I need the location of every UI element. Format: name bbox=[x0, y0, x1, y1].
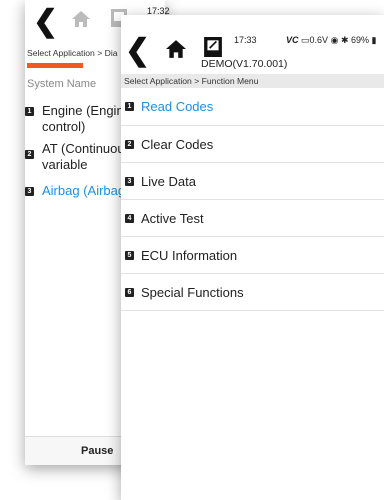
app-title: DEMO(V1.70.001) bbox=[201, 58, 288, 70]
pause-button[interactable]: Pause bbox=[81, 445, 113, 457]
menu-item-active-test[interactable]: 4 Active Test bbox=[121, 200, 384, 237]
section-label: System Name bbox=[27, 78, 97, 90]
breadcrumb: Select Application > Function Menu bbox=[124, 76, 259, 86]
status-battery: 69% bbox=[351, 35, 370, 45]
voltage-icon: ▭ bbox=[301, 35, 310, 45]
item-number-badge: 3 bbox=[125, 176, 134, 186]
front-screen: ❮ 17:33 VC ▭0.6V ◉ ✱ 69% ▮ DEMO(V1.70.00… bbox=[121, 15, 384, 500]
battery-icon: ▮ bbox=[371, 35, 377, 45]
home-button[interactable] bbox=[166, 40, 186, 58]
item-label: Special Functions bbox=[141, 284, 244, 300]
menu-item-read-codes[interactable]: 1 Read Codes bbox=[121, 88, 384, 126]
status-voltage: 0.6V bbox=[309, 35, 329, 45]
item-number-badge: 4 bbox=[125, 213, 134, 223]
status-bar: 17:33 bbox=[234, 35, 257, 45]
bluetooth-icon: ✱ bbox=[340, 35, 349, 45]
back-button[interactable]: ❮ bbox=[33, 7, 58, 37]
home-button[interactable] bbox=[72, 11, 90, 27]
item-number-badge: 2 bbox=[125, 139, 134, 149]
item-number-badge: 2 bbox=[25, 150, 34, 159]
item-label: Active Test bbox=[141, 210, 204, 226]
vci-indicator: VC bbox=[286, 35, 299, 45]
item-number-badge: 5 bbox=[125, 250, 134, 260]
chevron-left-icon: ❮ bbox=[33, 5, 59, 38]
item-label: Clear Codes bbox=[141, 136, 214, 152]
status-indicators: VC ▭0.6V ◉ ✱ 69% ▮ bbox=[286, 35, 377, 46]
item-number-badge: 6 bbox=[125, 287, 134, 297]
home-icon bbox=[166, 40, 186, 58]
item-label: Read Codes bbox=[141, 99, 214, 114]
item-label: ECU Information bbox=[141, 247, 238, 263]
item-number-badge: 3 bbox=[25, 187, 34, 196]
menu-item-clear-codes[interactable]: 2 Clear Codes bbox=[121, 126, 384, 163]
status-time: 17:33 bbox=[234, 35, 257, 45]
item-number-badge: 1 bbox=[125, 102, 134, 111]
menu-item-special-functions[interactable]: 6 Special Functions bbox=[121, 274, 384, 311]
back-button[interactable]: ❮ bbox=[125, 36, 150, 66]
menu-item-live-data[interactable]: 3 Live Data bbox=[121, 163, 384, 200]
chevron-left-icon: ❮ bbox=[125, 34, 151, 67]
menu-item-ecu-information[interactable]: 5 ECU Information bbox=[121, 237, 384, 274]
item-number-badge: 1 bbox=[25, 107, 34, 116]
progress-indicator bbox=[27, 63, 83, 68]
item-label: Live Data bbox=[141, 173, 196, 189]
ecu-document-icon bbox=[204, 37, 222, 57]
ecu-button[interactable] bbox=[204, 37, 222, 57]
wifi-icon: ◉ bbox=[330, 35, 339, 45]
home-icon bbox=[72, 11, 90, 27]
